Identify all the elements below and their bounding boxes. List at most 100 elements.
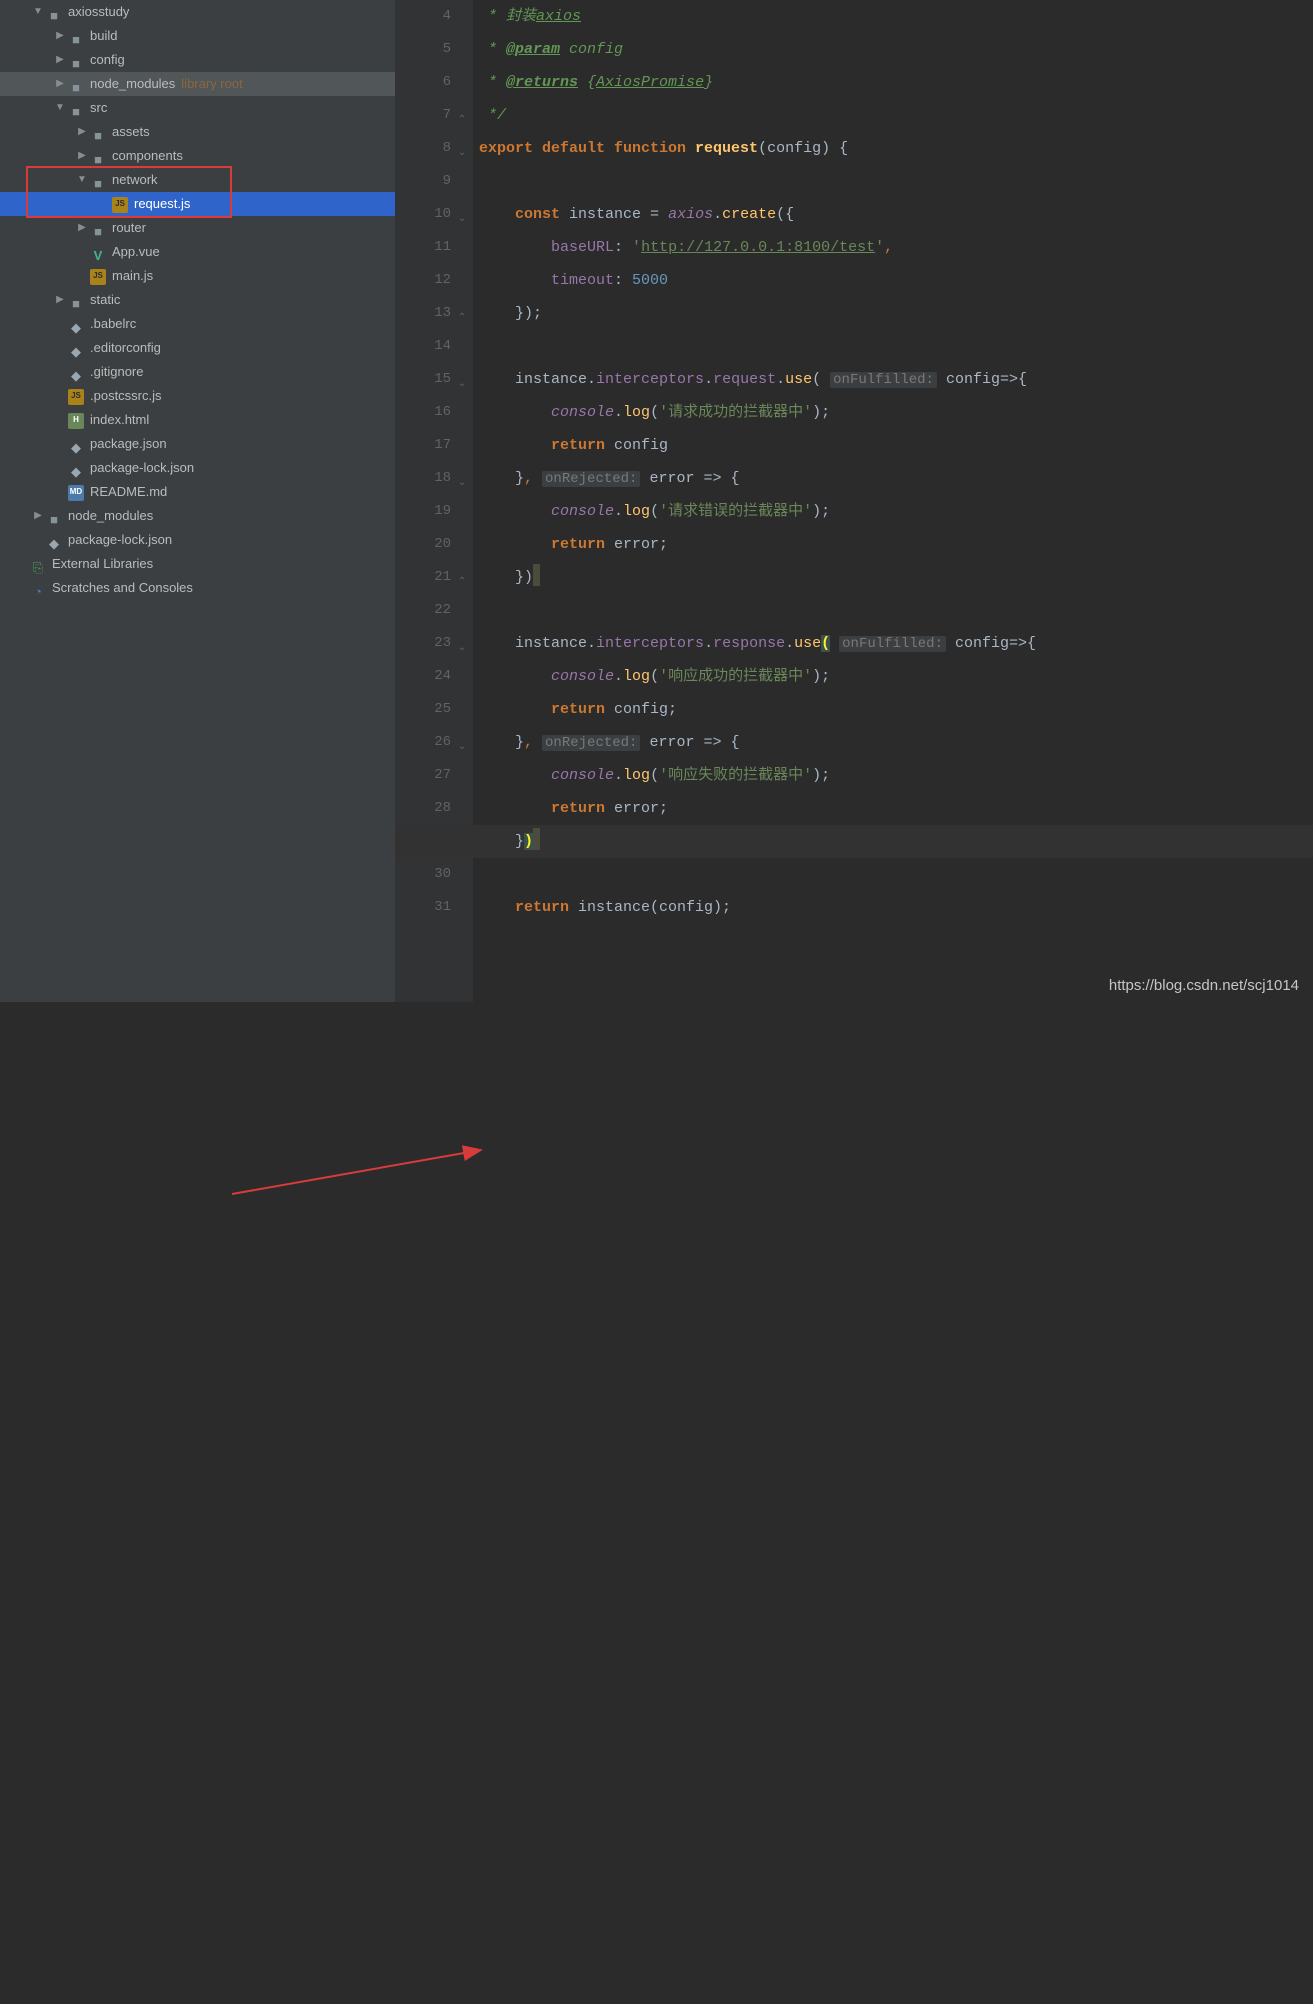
- caret: [533, 564, 540, 586]
- tree-node-axiosstudy[interactable]: ▼axiosstudy: [0, 0, 395, 24]
- expand-arrow-icon[interactable]: ▶: [74, 144, 90, 168]
- js-file-icon: JS: [112, 197, 128, 213]
- code-line[interactable]: * @returns {AxiosPromise}: [479, 66, 1313, 99]
- expand-arrow-icon[interactable]: ▶: [74, 216, 90, 240]
- tree-node-label: router: [112, 216, 146, 240]
- code-editor[interactable]: 4567⌃8⌄910⌄111213⌃1415⌄161718⌄192021⌃222…: [395, 0, 1313, 1002]
- tree-node-package-json[interactable]: package.json: [0, 432, 395, 456]
- code-line[interactable]: [479, 858, 1313, 891]
- code-line[interactable]: [479, 330, 1313, 363]
- line-number: 6: [395, 66, 451, 99]
- tree-node-components[interactable]: ▶components: [0, 144, 395, 168]
- expand-arrow-icon[interactable]: ▼: [74, 168, 90, 192]
- code-line[interactable]: }): [479, 561, 1313, 594]
- js-file-icon: JS: [90, 269, 106, 285]
- tree-node-label: node_modules: [68, 504, 153, 528]
- project-tree[interactable]: ▼axiosstudy▶build▶config▶node_moduleslib…: [0, 0, 395, 1002]
- code-line[interactable]: [479, 165, 1313, 198]
- code-line[interactable]: }, onRejected: error => {: [479, 462, 1313, 495]
- code-line[interactable]: console.log('请求成功的拦截器中');: [479, 396, 1313, 429]
- tree-node-app-vue[interactable]: App.vue: [0, 240, 395, 264]
- line-number: 5: [395, 33, 451, 66]
- code-line[interactable]: */: [479, 99, 1313, 132]
- tree-node-router[interactable]: ▶ router: [0, 216, 395, 240]
- code-line[interactable]: console.log('响应失败的拦截器中');: [479, 759, 1313, 792]
- scratch-icon: [30, 580, 46, 596]
- code-line[interactable]: return config;: [479, 693, 1313, 726]
- external-icon: [30, 556, 46, 572]
- tree-node-package-lock-json[interactable]: package-lock.json: [0, 456, 395, 480]
- tree-node-node_modules[interactable]: ▶node_moduleslibrary root: [0, 72, 395, 96]
- fold-indicator-icon[interactable]: ⌄: [455, 143, 469, 165]
- line-number: 30: [395, 858, 451, 891]
- code-line[interactable]: [479, 594, 1313, 627]
- code-line[interactable]: instance.interceptors.request.use( onFul…: [479, 363, 1313, 396]
- code-line[interactable]: });: [479, 297, 1313, 330]
- folder-icon: [68, 100, 84, 116]
- scratches-consoles[interactable]: Scratches and Consoles: [0, 576, 395, 600]
- folder-icon: [46, 508, 62, 524]
- fold-indicator-icon[interactable]: ⌃: [455, 572, 469, 594]
- tree-node-network[interactable]: ▼network: [0, 168, 395, 192]
- tree-node-label: App.vue: [112, 240, 160, 264]
- fold-indicator-icon[interactable]: ⌄: [455, 737, 469, 759]
- expand-arrow-icon[interactable]: ▶: [52, 72, 68, 96]
- tree-node-static[interactable]: ▶static: [0, 288, 395, 312]
- code-line[interactable]: instance.interceptors.response.use( onFu…: [479, 627, 1313, 660]
- external-libraries[interactable]: External Libraries: [0, 552, 395, 576]
- line-number: 19: [395, 495, 451, 528]
- fold-indicator-icon[interactable]: ⌄: [455, 638, 469, 660]
- expand-arrow-icon[interactable]: ▶: [52, 288, 68, 312]
- code-line[interactable]: timeout: 5000: [479, 264, 1313, 297]
- tree-node-label: config: [90, 48, 125, 72]
- fold-indicator-icon[interactable]: ⌄: [455, 209, 469, 231]
- tree-node--babelrc[interactable]: .babelrc: [0, 312, 395, 336]
- tree-node-label: .gitignore: [90, 360, 143, 384]
- tree-node-config[interactable]: ▶ config: [0, 48, 395, 72]
- fold-indicator-icon[interactable]: ⌄: [455, 374, 469, 396]
- tree-node-build[interactable]: ▶build: [0, 24, 395, 48]
- tree-node-src[interactable]: ▼src: [0, 96, 395, 120]
- code-line[interactable]: * 封装axios: [479, 0, 1313, 33]
- tree-node-assets[interactable]: ▶assets: [0, 120, 395, 144]
- tree-node--editorconfig[interactable]: .editorconfig: [0, 336, 395, 360]
- tree-node-package-lock-json[interactable]: package-lock.json: [0, 528, 395, 552]
- expand-arrow-icon[interactable]: ▶: [74, 120, 90, 144]
- tree-node-readme-md[interactable]: MDREADME.md: [0, 480, 395, 504]
- tree-node-index-html[interactable]: Hindex.html: [0, 408, 395, 432]
- code-line[interactable]: const instance = axios.create({: [479, 198, 1313, 231]
- expand-arrow-icon[interactable]: ▼: [52, 96, 68, 120]
- line-number: 4: [395, 0, 451, 33]
- tree-node--postcssrc-js[interactable]: JS.postcssrc.js: [0, 384, 395, 408]
- code-line[interactable]: baseURL: 'http://127.0.0.1:8100/test',: [479, 231, 1313, 264]
- code-line[interactable]: return instance(config);: [479, 891, 1313, 924]
- tree-node-main-js[interactable]: JSmain.js: [0, 264, 395, 288]
- expand-arrow-icon[interactable]: ▶: [52, 24, 68, 48]
- fold-indicator-icon[interactable]: ⌄: [455, 473, 469, 495]
- html-file-icon: H: [68, 413, 84, 429]
- code-line[interactable]: return config: [479, 429, 1313, 462]
- tree-node-label: package-lock.json: [68, 528, 172, 552]
- watermark: https://blog.csdn.net/scj1014: [1109, 977, 1299, 994]
- code-line[interactable]: console.log('响应成功的拦截器中');: [479, 660, 1313, 693]
- tree-node-label: .babelrc: [90, 312, 136, 336]
- code-area[interactable]: * 封装axios * @param config * @returns {Ax…: [473, 0, 1313, 1002]
- fold-indicator-icon[interactable]: ⌃: [455, 110, 469, 132]
- expand-arrow-icon[interactable]: ▶: [52, 48, 68, 72]
- tree-node--gitignore[interactable]: .gitignore: [0, 360, 395, 384]
- code-line[interactable]: console.log('请求错误的拦截器中');: [479, 495, 1313, 528]
- fold-indicator-icon[interactable]: ⌃: [455, 308, 469, 330]
- code-line[interactable]: return error;: [479, 528, 1313, 561]
- code-line[interactable]: return error;: [479, 792, 1313, 825]
- expand-arrow-icon[interactable]: ▼: [30, 0, 46, 24]
- tree-node-node_modules[interactable]: ▶ node_modules: [0, 504, 395, 528]
- line-number: 26: [395, 726, 451, 759]
- line-number: 18: [395, 462, 451, 495]
- code-line[interactable]: }): [479, 825, 1313, 858]
- code-line[interactable]: export default function request(config) …: [479, 132, 1313, 165]
- code-line[interactable]: * @param config: [479, 33, 1313, 66]
- tree-node-request-js[interactable]: JSrequest.js: [0, 192, 395, 216]
- line-number: 25: [395, 693, 451, 726]
- expand-arrow-icon[interactable]: ▶: [30, 504, 46, 528]
- code-line[interactable]: }, onRejected: error => {: [479, 726, 1313, 759]
